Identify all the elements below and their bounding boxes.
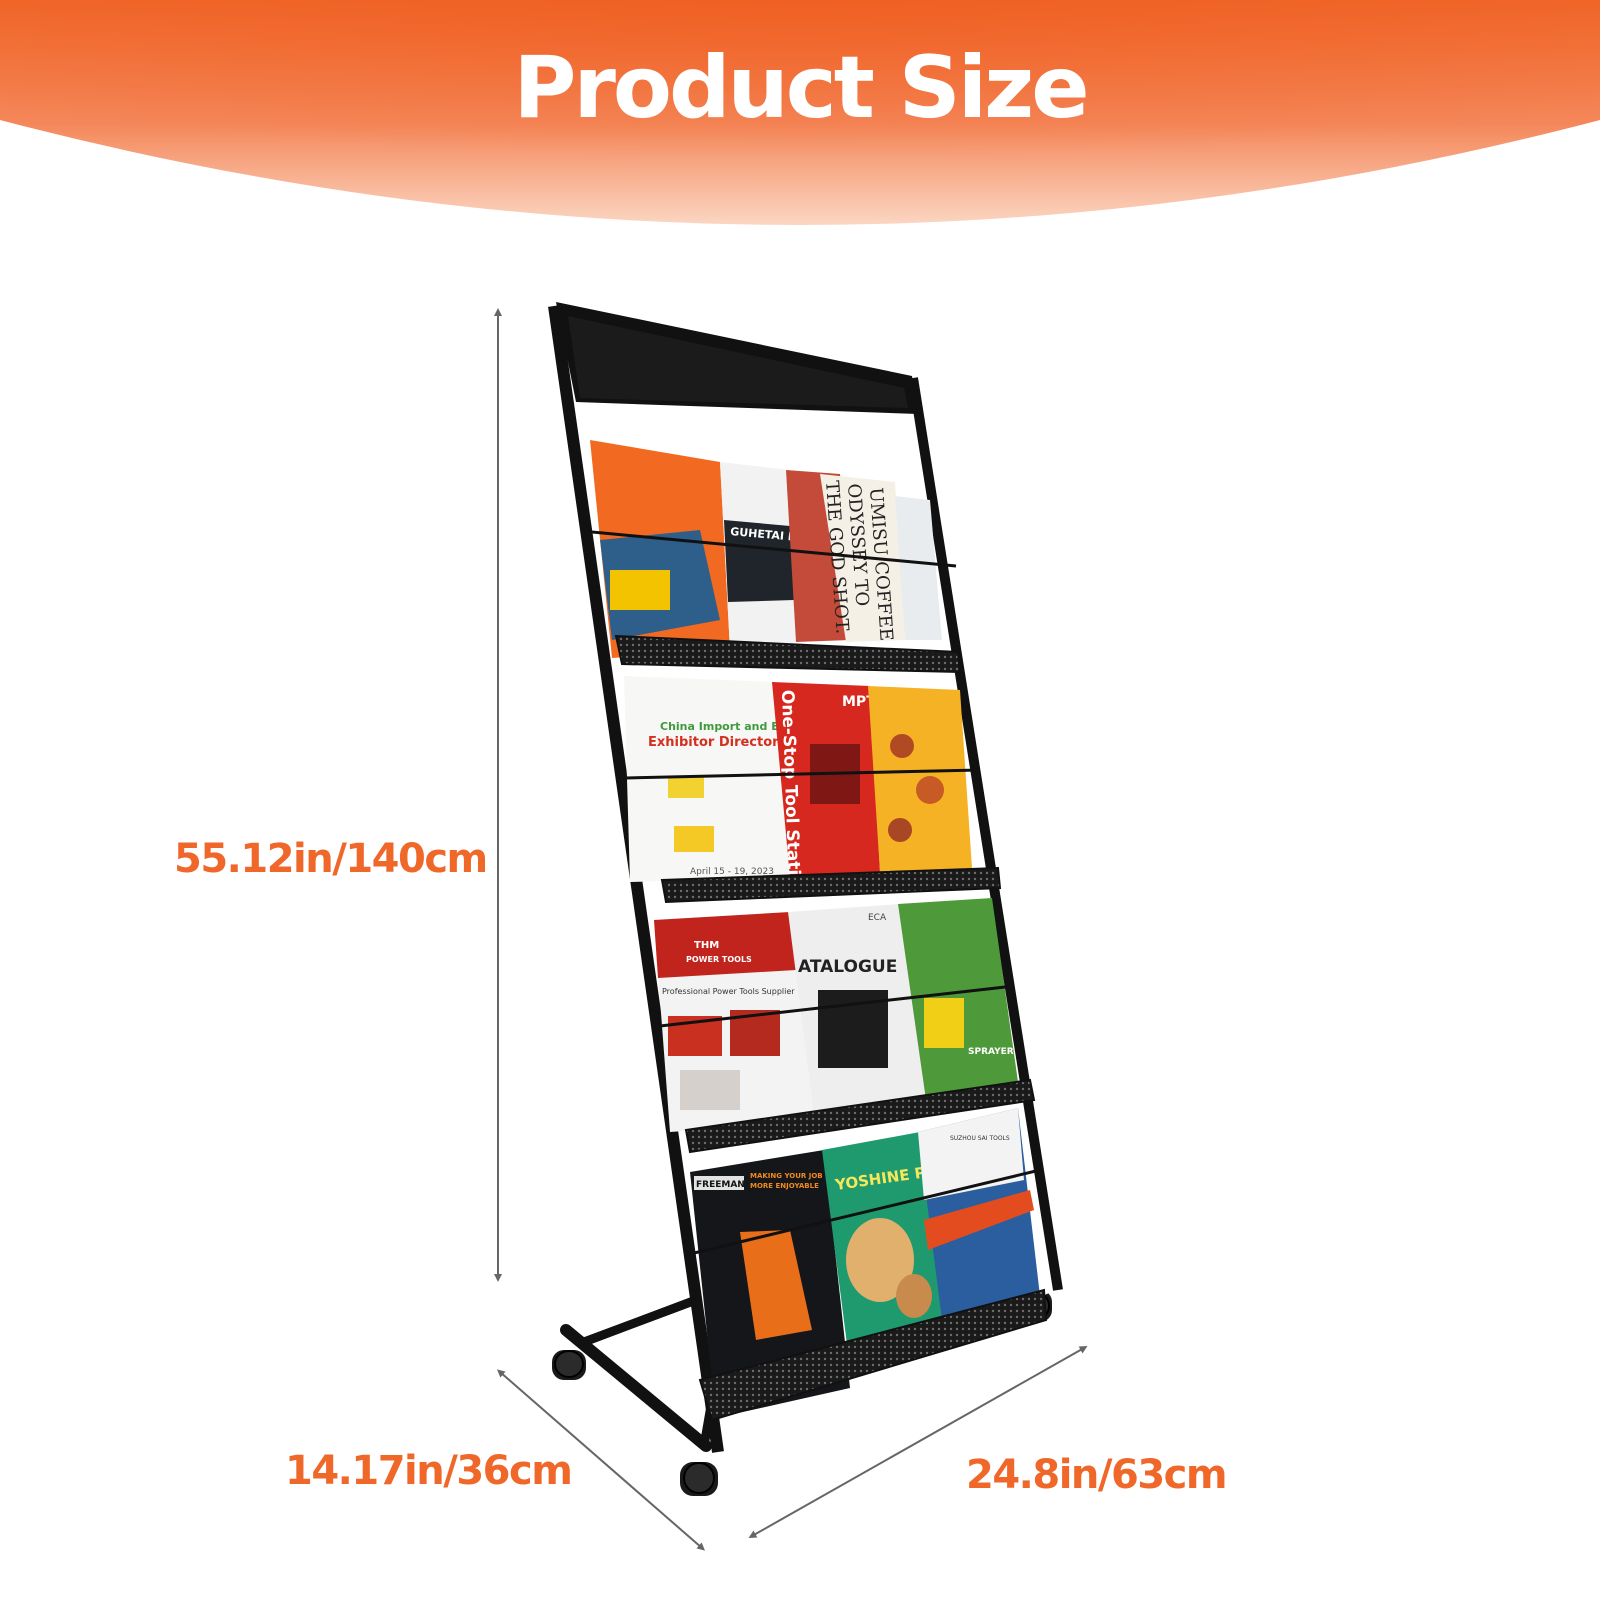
brochure-text: THM	[694, 940, 719, 951]
brochure-text: ATALOGUE	[798, 957, 897, 977]
brochure-text: Professional Power Tools Supplier	[662, 987, 795, 996]
brochure-text: FREEMAN	[696, 1180, 745, 1190]
brochure-text: SPRAYER	[968, 1047, 1014, 1057]
brochure-text: MORE ENJOYABLE	[750, 1182, 819, 1190]
magazine-rack-illustration: GUHETAI MACHI UMISU COFFEE ODYSSEY TO TH…	[494, 302, 1088, 1551]
brochure-text: MAKING YOUR JOB	[750, 1172, 823, 1180]
depth-dimension-label: 14.17in/36cm	[285, 1448, 573, 1494]
height-dimension-label: 55.12in/140cm	[174, 836, 488, 882]
width-dimension-label: 24.8in/63cm	[966, 1452, 1228, 1498]
brochure-text: POWER TOOLS	[686, 955, 752, 964]
caster-wheel	[680, 1462, 718, 1496]
brochure-text: ECA	[868, 913, 887, 923]
brochure-text: Exhibitor Directory	[648, 735, 788, 750]
caster-wheel	[552, 1350, 586, 1380]
brochure-text: SUZHOU SAI TOOLS	[950, 1135, 1010, 1142]
product-size-infographic: Product Size GUHETAI MACHI UMISU COFFEE …	[0, 0, 1600, 1600]
brochure-tier-2: China Import and Export Fair Exhibitor D…	[624, 676, 1002, 904]
rack-base	[560, 1295, 717, 1452]
